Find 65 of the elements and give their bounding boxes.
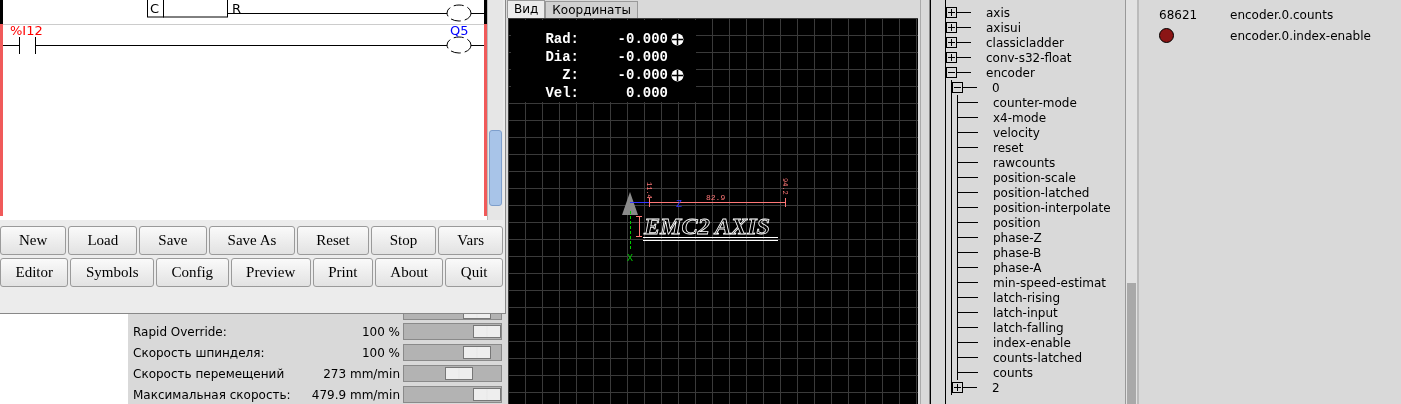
slider-value: 100 % bbox=[361, 344, 401, 362]
tab[interactable]: Координаты bbox=[545, 1, 638, 18]
toolbar-button[interactable]: Reset bbox=[297, 226, 369, 255]
toolbar-button[interactable]: Save As bbox=[208, 226, 296, 255]
toolbar-button[interactable]: Preview bbox=[230, 258, 311, 287]
expand-icon[interactable] bbox=[946, 52, 957, 63]
collapse-icon[interactable] bbox=[946, 67, 957, 78]
slider-track[interactable] bbox=[403, 344, 502, 361]
slider-thumb[interactable] bbox=[462, 314, 491, 319]
coil-label: Q5 bbox=[450, 23, 469, 38]
dro-label: Vel: bbox=[544, 83, 579, 103]
block-input-label: C bbox=[150, 1, 160, 16]
block-output-label: R bbox=[232, 1, 242, 16]
watch-name: encoder.0.index-enable bbox=[1230, 27, 1371, 45]
contact-label: %I12 bbox=[10, 23, 43, 38]
slider-label: Rapid Override: bbox=[133, 323, 228, 341]
slider-label: Скорость шпинделя: bbox=[133, 344, 266, 362]
scroll-thumb[interactable] bbox=[1127, 283, 1136, 404]
tree-item[interactable]: latch-falling bbox=[993, 318, 1064, 337]
expand-icon[interactable] bbox=[952, 382, 963, 393]
toolbar-button[interactable]: Symbols bbox=[70, 258, 154, 287]
slider-track[interactable] bbox=[403, 386, 502, 403]
dro-value: 0.000 bbox=[625, 83, 668, 103]
toolbar-button[interactable]: Stop bbox=[370, 226, 437, 255]
collapse-icon[interactable] bbox=[952, 82, 963, 93]
toolbar-button[interactable]: New bbox=[0, 226, 67, 255]
scroll-thumb[interactable] bbox=[489, 130, 502, 206]
dimension-label: 82.9 bbox=[706, 193, 726, 202]
toolbar-button[interactable]: Save bbox=[139, 226, 207, 255]
toolbar-button[interactable]: Config bbox=[155, 258, 229, 287]
logo-text: EMC2 AXIS bbox=[644, 213, 770, 239]
slider-track[interactable] bbox=[403, 365, 502, 382]
toolbar-button[interactable]: Load bbox=[68, 226, 138, 255]
toolbar-button[interactable]: About bbox=[374, 258, 444, 287]
slider-value: 100 % bbox=[361, 323, 401, 341]
dimension-line bbox=[635, 215, 643, 238]
watch-value: 68621 bbox=[1158, 6, 1199, 24]
slider-thumb[interactable] bbox=[473, 388, 501, 401]
slider-thumb[interactable] bbox=[462, 346, 491, 359]
expand-icon[interactable] bbox=[946, 22, 957, 33]
slider-label: Максимальная скорость: bbox=[133, 386, 292, 404]
dro-value: -0.000 bbox=[616, 29, 668, 49]
tab[interactable]: Вид bbox=[507, 0, 546, 18]
expand-icon[interactable] bbox=[946, 7, 957, 18]
toolbar-button[interactable]: Quit bbox=[445, 258, 503, 287]
dro-label: Z: bbox=[561, 65, 579, 85]
toolbar-button[interactable]: Print bbox=[312, 258, 373, 287]
slider-value: 273 mm/min bbox=[323, 365, 401, 383]
scrollbar[interactable] bbox=[487, 0, 503, 220]
tool-icon bbox=[622, 192, 638, 215]
dro-label: Rad: bbox=[544, 29, 579, 49]
watch-name: encoder.0.counts bbox=[1230, 6, 1334, 24]
slider-thumb[interactable] bbox=[473, 325, 501, 338]
scrollbar[interactable] bbox=[1125, 0, 1137, 404]
dro-label: Dia: bbox=[544, 47, 579, 67]
dro-value: -0.000 bbox=[616, 65, 668, 85]
axis-label: X bbox=[627, 253, 633, 264]
dro-value: -0.000 bbox=[616, 47, 668, 67]
slider-track[interactable] bbox=[403, 323, 502, 340]
slider-value: 479.9 mm/min bbox=[311, 386, 401, 404]
slider-thumb[interactable] bbox=[445, 367, 474, 380]
toolbar-button[interactable]: Editor bbox=[0, 258, 69, 287]
expand-icon[interactable] bbox=[946, 37, 957, 48]
slider-label: Скорость перемещений bbox=[133, 365, 286, 383]
toolbar-button[interactable]: Vars bbox=[438, 226, 504, 255]
